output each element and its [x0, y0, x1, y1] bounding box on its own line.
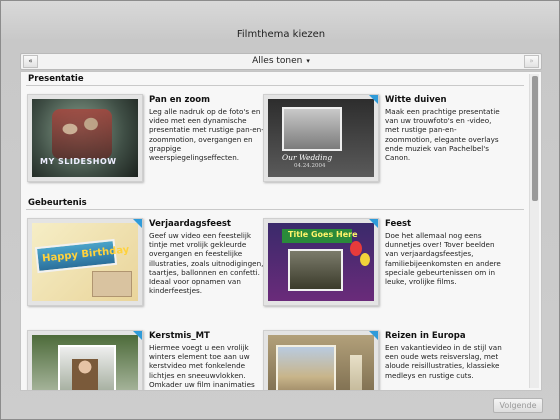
theme-title: Reizen in Europa — [385, 331, 466, 341]
next-button[interactable]: Volgende — [493, 398, 543, 413]
section-label-presentatie: Presentatie — [28, 74, 84, 84]
thumbnail-image — [32, 335, 138, 390]
theme-title: Kerstmis_MT — [149, 331, 210, 341]
dialog-window: Filmthema kiezen « Alles tonen ▾ » Presen… — [0, 0, 560, 420]
theme-tile-feest[interactable]: Title Goes Here Feest Doe het allemaal n… — [263, 218, 503, 316]
new-badge-corner — [133, 331, 142, 340]
balloon-icon — [350, 241, 362, 256]
thumbnail-caption: Our Wedding — [282, 153, 333, 162]
filter-toolbar: « Alles tonen ▾ » — [20, 53, 542, 70]
vertical-scrollbar[interactable] — [529, 74, 539, 388]
theme-description: Leg alle nadruk op de foto's en video me… — [149, 107, 264, 163]
theme-thumbnail — [27, 330, 143, 390]
thumbnail-photo — [276, 345, 336, 390]
thumbnail-photo — [288, 249, 343, 291]
theme-tile-kerstmis[interactable]: Kerstmis_MT Hiermee voegt u een vrolijk … — [27, 330, 267, 390]
theme-tile-witte-duiven[interactable]: Our Wedding 04.24.2004 Witte duiven Maak… — [263, 94, 503, 192]
theme-thumbnail: Happy Birthday — [27, 218, 143, 306]
thumbnail-image: Our Wedding 04.24.2004 — [268, 99, 374, 177]
filter-dropdown[interactable]: Alles tonen ▾ — [21, 55, 541, 68]
thumbnail-image: MY SLIDESHOW — [32, 99, 138, 177]
thumbnail-photo-frame — [282, 107, 342, 151]
new-badge-corner — [369, 95, 378, 104]
theme-title: Verjaardagsfeest — [149, 219, 231, 229]
filter-dropdown-value: Alles tonen — [252, 56, 303, 66]
thumbnail-caption-date: 04.24.2004 — [294, 163, 326, 169]
theme-title: Pan en zoom — [149, 95, 211, 105]
section-divider — [26, 209, 524, 210]
new-badge-corner — [133, 219, 142, 228]
theme-thumbnail — [263, 330, 379, 390]
theme-list: Presentatie MY SLIDESHOW Pan en zoom Leg… — [20, 71, 542, 391]
new-badge-corner — [369, 219, 378, 228]
theme-description: Geef uw video een feestelijk tintje met … — [149, 231, 264, 296]
theme-tile-pan-en-zoom[interactable]: MY SLIDESHOW Pan en zoom Leg alle nadruk… — [27, 94, 267, 192]
thumbnail-image: Title Goes Here — [268, 223, 374, 301]
theme-title: Witte duiven — [385, 95, 447, 105]
theme-tile-verjaardagsfeest[interactable]: Happy Birthday Verjaardagsfeest Geef uw … — [27, 218, 267, 316]
theme-thumbnail: MY SLIDESHOW — [27, 94, 143, 182]
thumbnail-figure — [72, 359, 98, 390]
section-divider — [26, 85, 524, 86]
scrollbar-thumb[interactable] — [532, 76, 538, 201]
theme-description: Doe het allemaal nog eens dunnetjes over… — [385, 231, 501, 287]
theme-description: Hiermee voegt u een vrolijk winters elem… — [149, 343, 255, 389]
theme-description: Maak een prachtige presentatie van uw tr… — [385, 107, 500, 163]
theme-thumbnail: Title Goes Here — [263, 218, 379, 306]
thumbnail-caption: MY SLIDESHOW — [40, 157, 117, 166]
section-label-gebeurtenis: Gebeurtenis — [28, 198, 87, 208]
thumbnail-caption: Title Goes Here — [288, 230, 358, 239]
thumbnail-image — [268, 335, 374, 390]
theme-thumbnail: Our Wedding 04.24.2004 — [263, 94, 379, 182]
theme-title: Feest — [385, 219, 412, 229]
new-badge-corner — [369, 331, 378, 340]
thumbnail-figures — [52, 109, 112, 159]
double-chevron-right-icon[interactable]: » — [524, 55, 539, 68]
thumbnail-cake — [92, 271, 132, 297]
theme-description: Een vakantievideo in de stijl van een ou… — [385, 343, 502, 380]
window-title: Filmthema kiezen — [236, 29, 326, 40]
balloon-icon — [360, 253, 370, 266]
chevron-down-icon: ▾ — [306, 57, 310, 65]
thumbnail-image: Happy Birthday — [32, 223, 138, 301]
theme-tile-reizen-in-europa[interactable]: Reizen in Europa Een vakantievideo in de… — [263, 330, 503, 390]
thumbnail-tower — [350, 355, 362, 390]
